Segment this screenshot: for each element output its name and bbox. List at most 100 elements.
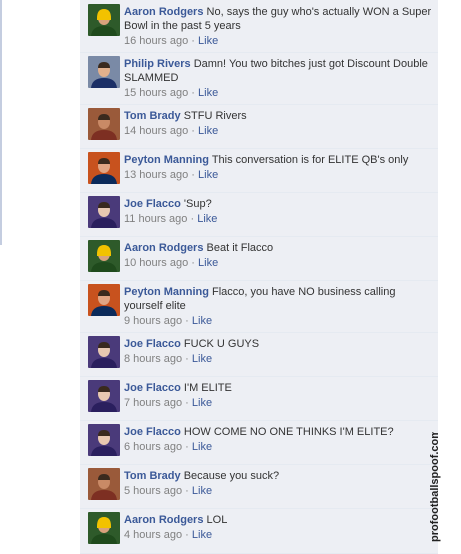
comment-author-link[interactable]: Aaron Rodgers bbox=[124, 6, 203, 18]
comment-line: Joe Flacco 'Sup? bbox=[124, 197, 432, 211]
comment-row: Peyton Manning This conversation is for … bbox=[80, 148, 438, 193]
comment-body: Peyton Manning This conversation is for … bbox=[124, 153, 432, 182]
watermark-text: profootballspoof.com bbox=[429, 432, 441, 542]
comment-row: Aaron Rodgers LOL 4 hours ago · Like bbox=[80, 508, 438, 554]
comment-line: Tom Brady STFU Rivers bbox=[124, 109, 432, 123]
comment-text: HOW COME NO ONE THINKS I'M ELITE? bbox=[183, 426, 394, 438]
comment-body: Tom Brady Because you suck? 5 hours ago ·… bbox=[124, 469, 432, 498]
comment-timestamp[interactable]: 5 hours ago bbox=[124, 485, 182, 497]
comment-meta: 15 hours ago · Like bbox=[124, 86, 432, 100]
comment-line: Philip Rivers Damn! You two bitches just… bbox=[124, 57, 432, 85]
comment-line: Peyton Manning Flacco, you have NO busin… bbox=[124, 285, 432, 313]
comment-text: This conversation is for ELITE QB's only bbox=[211, 154, 409, 166]
comment-body: Aaron Rodgers LOL 4 hours ago · Like bbox=[124, 513, 432, 542]
like-link[interactable]: Like bbox=[192, 397, 212, 409]
comment-author-link[interactable]: Joe Flacco bbox=[124, 338, 181, 350]
peyton-manning-avatar[interactable] bbox=[88, 284, 120, 316]
comment-timestamp[interactable]: 14 hours ago bbox=[124, 125, 188, 137]
like-link[interactable]: Like bbox=[192, 485, 212, 497]
comment-row: Aaron Rodgers Beat it Flacco 10 hours ago… bbox=[80, 236, 438, 281]
meta-separator: · bbox=[185, 315, 189, 327]
meta-separator: · bbox=[191, 87, 195, 99]
comment-body: Tom Brady STFU Rivers 14 hours ago · Like bbox=[124, 109, 432, 138]
aaron-rodgers-avatar[interactable] bbox=[88, 4, 120, 36]
comment-row: Tom Brady STFU Rivers 14 hours ago · Like bbox=[80, 104, 438, 149]
comment-meta: 4 hours ago · Like bbox=[124, 528, 432, 542]
philip-rivers-avatar[interactable] bbox=[88, 56, 120, 88]
comment-feed: Aaron Rodgers No, says the guy who's act… bbox=[80, 0, 438, 554]
comment-timestamp[interactable]: 4 hours ago bbox=[124, 529, 182, 541]
like-link[interactable]: Like bbox=[198, 125, 218, 137]
comment-row: Tom Brady Because you suck? 5 hours ago ·… bbox=[80, 464, 438, 509]
meta-separator: · bbox=[191, 257, 195, 269]
like-link[interactable]: Like bbox=[198, 35, 218, 47]
comment-author-link[interactable]: Peyton Manning bbox=[124, 286, 209, 298]
comment-author-link[interactable]: Joe Flacco bbox=[124, 382, 181, 394]
comment-author-link[interactable]: Tom Brady bbox=[124, 110, 181, 122]
tom-brady-avatar[interactable] bbox=[88, 468, 120, 500]
meta-separator: · bbox=[185, 485, 189, 497]
tom-brady-avatar[interactable] bbox=[88, 108, 120, 140]
like-link[interactable]: Like bbox=[192, 441, 212, 453]
comment-body: Joe Flacco FUCK U GUYS 8 hours ago · Like bbox=[124, 337, 432, 366]
left-border bbox=[0, 0, 2, 245]
like-link[interactable]: Like bbox=[198, 169, 218, 181]
comment-row: Peyton Manning Flacco, you have NO busin… bbox=[80, 280, 438, 333]
meta-separator: · bbox=[191, 125, 195, 137]
comment-timestamp[interactable]: 16 hours ago bbox=[124, 35, 188, 47]
joe-flacco-avatar[interactable] bbox=[88, 336, 120, 368]
joe-flacco-avatar[interactable] bbox=[88, 424, 120, 456]
comment-timestamp[interactable]: 6 hours ago bbox=[124, 441, 182, 453]
meta-separator: · bbox=[185, 529, 189, 541]
comment-meta: 5 hours ago · Like bbox=[124, 484, 432, 498]
comment-line: Aaron Rodgers Beat it Flacco bbox=[124, 241, 432, 255]
comment-text: LOL bbox=[206, 514, 228, 526]
aaron-rodgers-avatar[interactable] bbox=[88, 240, 120, 272]
comment-line: Aaron Rodgers No, says the guy who's act… bbox=[124, 5, 432, 33]
comment-meta: 9 hours ago · Like bbox=[124, 314, 432, 328]
comment-timestamp[interactable]: 15 hours ago bbox=[124, 87, 188, 99]
comment-timestamp[interactable]: 11 hours ago bbox=[124, 213, 187, 225]
comment-line: Aaron Rodgers LOL bbox=[124, 513, 432, 527]
comment-meta: 7 hours ago · Like bbox=[124, 396, 432, 410]
comment-text: FUCK U GUYS bbox=[183, 338, 260, 350]
comment-author-link[interactable]: Philip Rivers bbox=[124, 58, 191, 70]
comment-author-link[interactable]: Aaron Rodgers bbox=[124, 514, 203, 526]
meta-separator: · bbox=[191, 169, 195, 181]
comment-author-link[interactable]: Aaron Rodgers bbox=[124, 242, 203, 254]
like-link[interactable]: Like bbox=[198, 257, 218, 269]
joe-flacco-avatar[interactable] bbox=[88, 380, 120, 412]
comment-body: Joe Flacco HOW COME NO ONE THINKS I'M EL… bbox=[124, 425, 432, 454]
comment-line: Tom Brady Because you suck? bbox=[124, 469, 432, 483]
comment-body: Philip Rivers Damn! You two bitches just… bbox=[124, 57, 432, 100]
comment-row: Joe Flacco FUCK U GUYS 8 hours ago · Like bbox=[80, 332, 438, 377]
comment-author-link[interactable]: Joe Flacco bbox=[124, 198, 181, 210]
comment-meta: 10 hours ago · Like bbox=[124, 256, 432, 270]
comment-timestamp[interactable]: 9 hours ago bbox=[124, 315, 182, 327]
comment-timestamp[interactable]: 13 hours ago bbox=[124, 169, 188, 181]
comment-author-link[interactable]: Tom Brady bbox=[124, 470, 181, 482]
comment-author-link[interactable]: Peyton Manning bbox=[124, 154, 209, 166]
like-link[interactable]: Like bbox=[197, 213, 217, 225]
meta-separator: · bbox=[191, 35, 195, 47]
comment-line: Peyton Manning This conversation is for … bbox=[124, 153, 432, 167]
comment-meta: 11 hours ago · Like bbox=[124, 212, 432, 226]
comment-line: Joe Flacco I'M ELITE bbox=[124, 381, 432, 395]
comment-author-link[interactable]: Joe Flacco bbox=[124, 426, 181, 438]
meta-separator: · bbox=[185, 397, 189, 409]
comment-meta: 6 hours ago · Like bbox=[124, 440, 432, 454]
like-link[interactable]: Like bbox=[192, 529, 212, 541]
comment-text: 'Sup? bbox=[183, 198, 212, 210]
comment-meta: 13 hours ago · Like bbox=[124, 168, 432, 182]
comment-text: I'M ELITE bbox=[183, 382, 232, 394]
like-link[interactable]: Like bbox=[192, 353, 212, 365]
peyton-manning-avatar[interactable] bbox=[88, 152, 120, 184]
comment-timestamp[interactable]: 7 hours ago bbox=[124, 397, 182, 409]
comment-body: Joe Flacco 'Sup? 11 hours ago · Like bbox=[124, 197, 432, 226]
comment-timestamp[interactable]: 10 hours ago bbox=[124, 257, 188, 269]
comment-timestamp[interactable]: 8 hours ago bbox=[124, 353, 182, 365]
aaron-rodgers-avatar[interactable] bbox=[88, 512, 120, 544]
joe-flacco-avatar[interactable] bbox=[88, 196, 120, 228]
like-link[interactable]: Like bbox=[198, 87, 218, 99]
like-link[interactable]: Like bbox=[192, 315, 212, 327]
